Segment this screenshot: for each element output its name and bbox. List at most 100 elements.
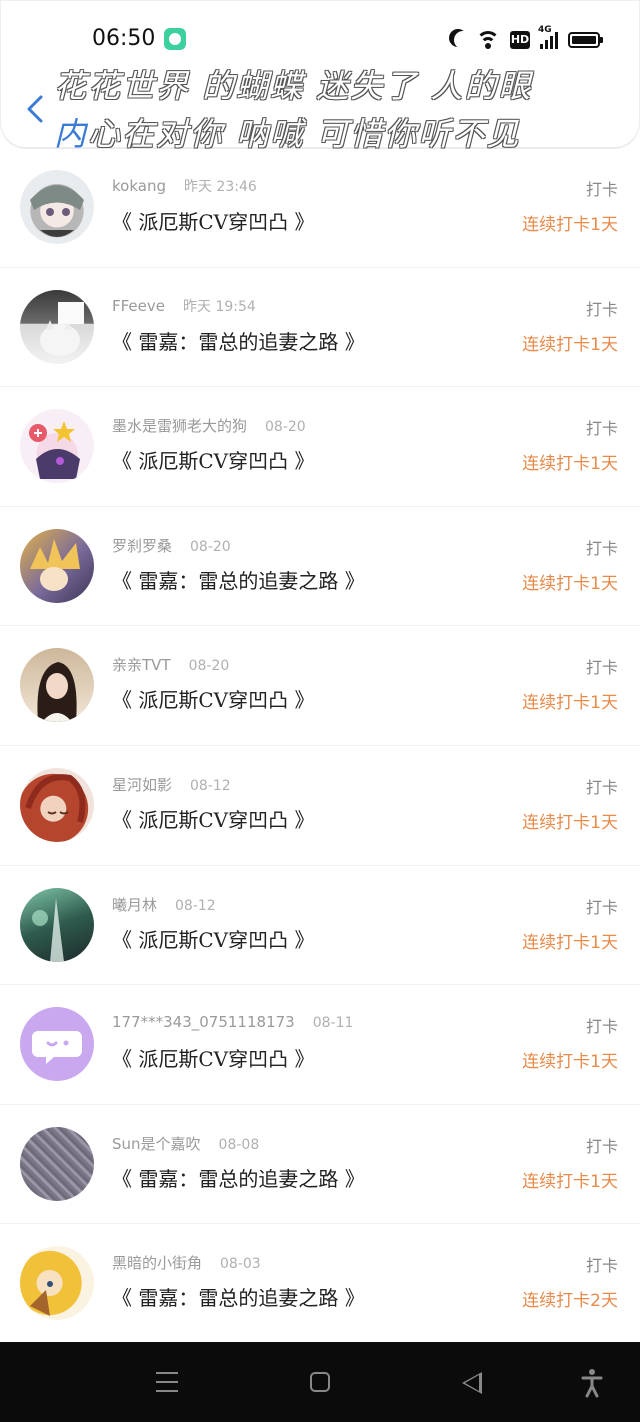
checkin-tag: 打卡 [585, 180, 618, 199]
username: kokang [112, 177, 166, 195]
book-title[interactable]: 《 派厄斯CV穿凹凸 》 [112, 206, 314, 235]
do-not-disturb-icon [454, 31, 472, 49]
header: 06:50 HD 4G 花花世界 的蝴蝶 迷失了 人的眼 内心在对你 呐喊 可惜… [0, 0, 640, 153]
chat-bubble-icon [32, 1031, 82, 1065]
timestamp: 08-03 [220, 1256, 261, 1273]
book-title[interactable]: 《 雷嘉：雷总的追妻之路 》 [112, 326, 365, 355]
streak-text: 连续打卡1天 [522, 334, 618, 355]
avatar[interactable] [20, 648, 94, 723]
list-item[interactable]: 177***343_0751118173 08-11 《 派厄斯CV穿凹凸 》 打… [0, 985, 640, 1105]
wifi-icon [476, 31, 500, 49]
checkin-tag: 打卡 [585, 1017, 618, 1037]
status-time: 06:50 [92, 26, 156, 51]
streak-text: 连续打卡1天 [522, 1052, 618, 1073]
battery-icon [568, 32, 603, 48]
checkin-tag: 打卡 [585, 419, 618, 439]
avatar[interactable] [20, 409, 94, 484]
item-meta: 黑暗的小街角 08-03 [112, 1252, 261, 1273]
back-arrow-icon[interactable] [26, 94, 44, 124]
book-title[interactable]: 《 雷嘉：雷总的追妻之路 》 [112, 1163, 365, 1192]
avatar[interactable] [20, 887, 94, 962]
list-item[interactable]: 墨水是雷狮老大的狗 08-20 《 派厄斯CV穿凹凸 》 打卡 连续打卡1天 [0, 387, 640, 507]
cat-avatar-icon [40, 301, 84, 356]
streak-text: 连续打卡2天 [522, 1291, 618, 1312]
timestamp: 08-20 [188, 658, 230, 675]
item-meta: 罗刹罗桑 08-20 [112, 535, 231, 556]
item-meta: 墨水是雷狮老大的狗 08-20 [112, 415, 306, 436]
signal-icon: 4G [538, 25, 558, 49]
avatar[interactable] [20, 1246, 94, 1321]
item-meta: 星河如影 08-12 [112, 774, 231, 795]
list-item[interactable]: Sun是个嘉吹 08-08 《 雷嘉：雷总的追妻之路 》 打卡 连续打卡1天 [0, 1105, 640, 1225]
item-meta: Sun是个嘉吹 08-08 [112, 1133, 259, 1154]
avatar[interactable] [20, 170, 94, 244]
checkin-tag: 打卡 [585, 1136, 618, 1156]
back-triangle-icon[interactable] [462, 1372, 482, 1394]
lyrics-line-1: 花花世界 的蝴蝶 迷失了 人的眼 [54, 67, 533, 105]
username: Sun是个嘉吹 [112, 1134, 201, 1153]
lyrics-overlay: 花花世界 的蝴蝶 迷失了 人的眼 内心在对你 呐喊 可惜你听不见 [54, 62, 594, 158]
timestamp: 08-20 [265, 419, 306, 436]
username: 177***343_0751118173 [112, 1013, 295, 1032]
home-icon[interactable] [310, 1372, 330, 1392]
streak-text: 连续打卡1天 [522, 573, 618, 594]
anime-avatar-icon [30, 538, 80, 591]
book-title[interactable]: 《 雷嘉：雷总的追妻之路 》 [112, 1282, 365, 1311]
streak-text: 连续打卡1天 [522, 932, 618, 953]
streak-text: 连续打卡1天 [522, 215, 618, 235]
photo-avatar-icon [37, 662, 77, 723]
anime-avatar-icon [30, 185, 84, 237]
checkin-tag: 打卡 [585, 538, 618, 558]
anime-avatar-icon [30, 1281, 53, 1317]
book-title[interactable]: 《 派厄斯CV穿凹凸 》 [112, 445, 314, 474]
timestamp: 昨天 19:54 [183, 298, 256, 315]
checkin-tag: 打卡 [585, 777, 618, 797]
username: 曦月林 [112, 895, 158, 914]
avatar[interactable] [20, 528, 94, 603]
username: FFeeve [112, 296, 165, 315]
streak-text: 连续打卡1天 [522, 812, 618, 833]
username: 亲亲TVT [112, 656, 171, 675]
book-title[interactable]: 《 雷嘉：雷总的追妻之路 》 [112, 565, 365, 594]
list-item[interactable]: kokang 昨天 23:46 《 派厄斯CV穿凹凸 》 打卡 连续打卡1天 [0, 148, 640, 268]
avatar[interactable] [20, 767, 94, 842]
app-notification-icon [164, 28, 186, 50]
item-meta: FFeeve 昨天 19:54 [112, 296, 256, 316]
timestamp: 昨天 23:46 [183, 179, 257, 195]
book-title[interactable]: 《 派厄斯CV穿凹凸 》 [112, 804, 314, 833]
avatar[interactable] [20, 1007, 94, 1082]
username: 黑暗的小街角 [112, 1254, 203, 1273]
checkin-tag: 打卡 [585, 1256, 618, 1276]
checkin-tag: 打卡 [585, 897, 618, 917]
system-nav-bar [0, 1342, 640, 1422]
streak-text: 连续打卡1天 [522, 454, 618, 475]
timestamp: 08-12 [190, 777, 231, 794]
book-title[interactable]: 《 派厄斯CV穿凹凸 》 [112, 684, 314, 713]
list-item[interactable]: 黑暗的小街角 08-03 《 雷嘉：雷总的追妻之路 》 打卡 连续打卡2天 [0, 1224, 640, 1344]
list-item[interactable]: FFeeve 昨天 19:54 《 雷嘉：雷总的追妻之路 》 打卡 连续打卡1天 [0, 268, 640, 388]
book-title[interactable]: 《 派厄斯CV穿凹凸 》 [112, 1043, 314, 1072]
anime-avatar-icon [25, 774, 86, 823]
list-item[interactable]: 罗刹罗桑 08-20 《 雷嘉：雷总的追妻之路 》 打卡 连续打卡1天 [0, 507, 640, 627]
anime-avatar-icon [32, 897, 64, 962]
item-meta: 177***343_0751118173 08-11 [112, 1013, 353, 1031]
avatar[interactable] [20, 289, 94, 364]
item-meta: 曦月林 08-12 [112, 894, 216, 915]
username: 墨水是雷狮老大的狗 [112, 417, 248, 436]
avatar[interactable] [20, 1126, 94, 1201]
timestamp: 08-11 [312, 1015, 354, 1032]
list-item[interactable]: 亲亲TVT 08-20 《 派厄斯CV穿凹凸 》 打卡 连续打卡1天 [0, 626, 640, 746]
book-title[interactable]: 《 派厄斯CV穿凹凸 》 [112, 924, 314, 953]
timestamp: 08-20 [190, 538, 231, 555]
list-item[interactable]: 星河如影 08-12 《 派厄斯CV穿凹凸 》 打卡 连续打卡1天 [0, 746, 640, 866]
username: 罗刹罗桑 [112, 536, 173, 555]
menu-icon[interactable] [156, 1372, 178, 1392]
status-icons: HD 4G [448, 25, 603, 52]
item-meta: 亲亲TVT 08-20 [112, 654, 229, 675]
accessibility-icon[interactable] [580, 1368, 604, 1398]
list-item[interactable]: 曦月林 08-12 《 派厄斯CV穿凹凸 》 打卡 连续打卡1天 [0, 866, 640, 986]
network-label: 4G [538, 25, 552, 35]
timestamp: 08-12 [175, 897, 216, 914]
checkin-tag: 打卡 [585, 299, 618, 319]
timestamp: 08-08 [218, 1136, 260, 1153]
